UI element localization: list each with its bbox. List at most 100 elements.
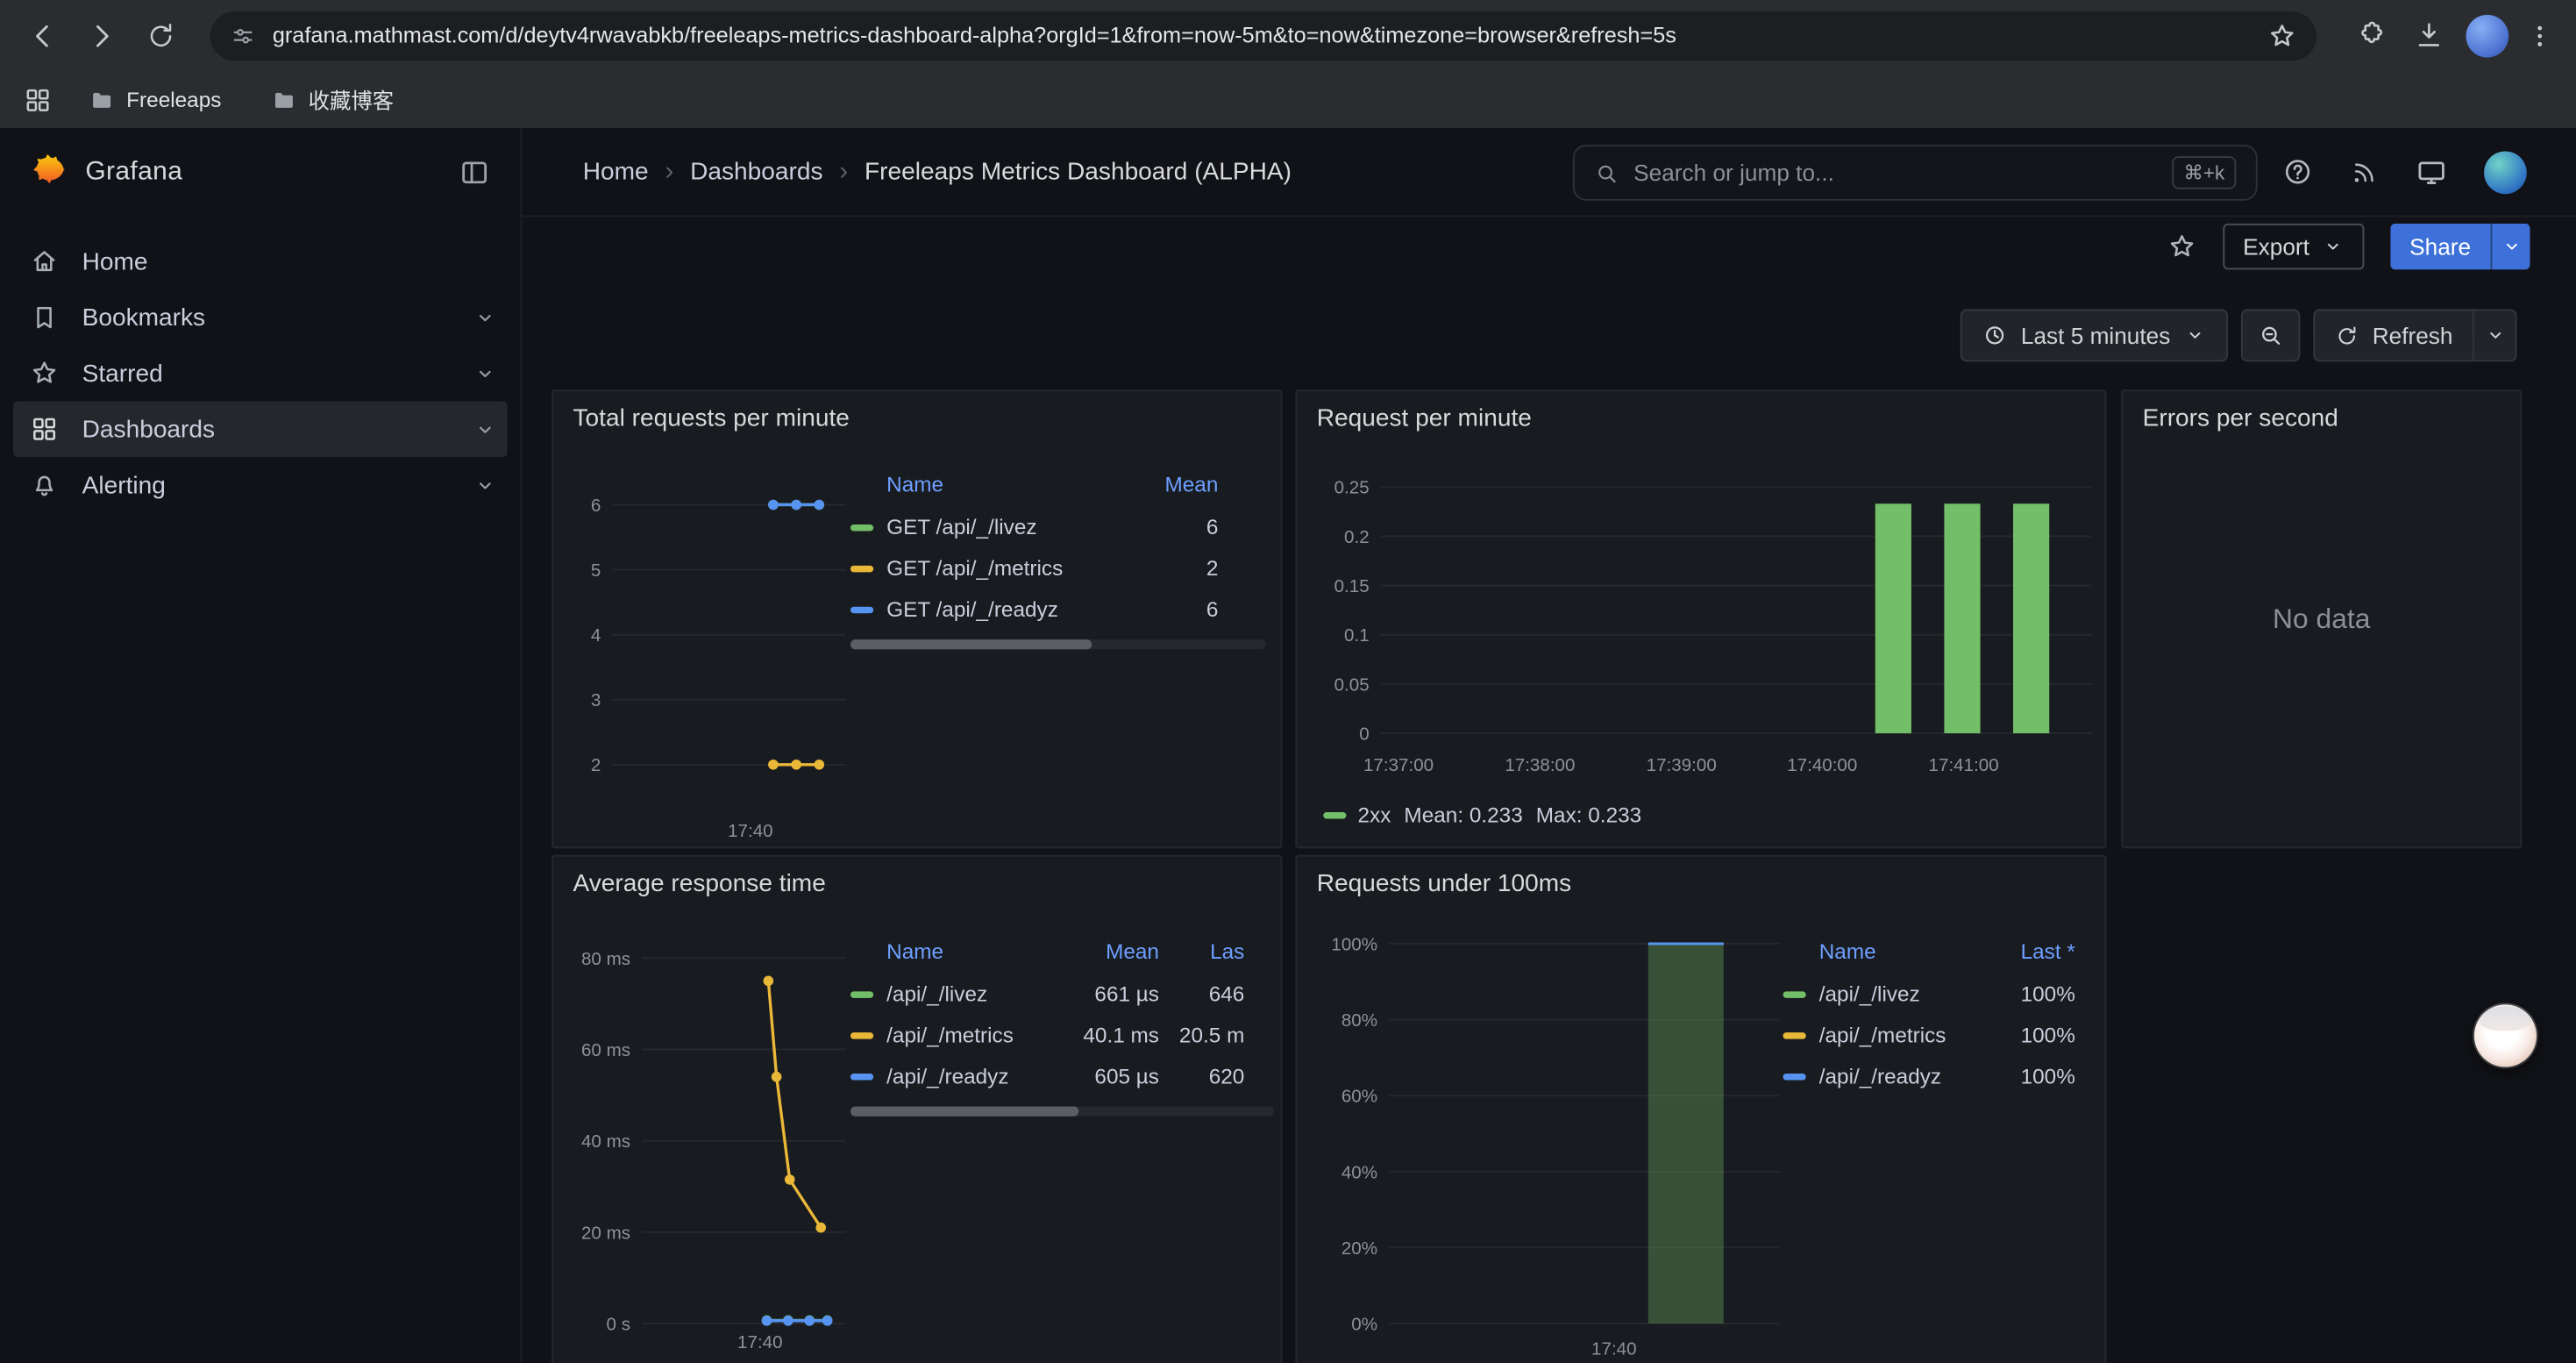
- sidebar-item-label: Home: [82, 247, 148, 275]
- url-bar[interactable]: [210, 11, 2316, 60]
- chevron-down-icon: [473, 360, 497, 385]
- floating-assistant-avatar[interactable]: [2474, 1004, 2537, 1067]
- scrollbar-thumb[interactable]: [850, 1107, 1079, 1117]
- forward-button[interactable]: [75, 9, 128, 61]
- series-name[interactable]: GET /api/_/livez: [886, 515, 1036, 539]
- series-name[interactable]: GET /api/_/metrics: [886, 556, 1063, 581]
- series-color-swatch[interactable]: [1783, 1031, 1806, 1038]
- svg-text:17:40:00: 17:40:00: [1787, 755, 1857, 775]
- sidebar-item-dashboards[interactable]: Dashboards: [13, 401, 508, 457]
- extensions-button[interactable]: [2343, 9, 2395, 61]
- series-name[interactable]: 2xx: [1358, 803, 1391, 827]
- breadcrumb-dashboards[interactable]: Dashboards: [690, 158, 822, 186]
- legend-scrollbar[interactable]: [850, 639, 1266, 649]
- chevron-down-icon: [473, 305, 497, 330]
- series-name[interactable]: /api/_/livez: [1819, 981, 1920, 1006]
- series-color-swatch[interactable]: [850, 565, 873, 571]
- series-value: 6: [1133, 596, 1218, 621]
- bookmark-star-icon[interactable]: [2267, 20, 2297, 50]
- refresh-button[interactable]: Refresh: [2313, 309, 2474, 361]
- series-color-swatch[interactable]: [1783, 990, 1806, 996]
- bookmark-folder-blogs[interactable]: 收藏博客: [258, 79, 407, 120]
- grafana-header: Home › Dashboards › Freeleaps Metrics Da…: [522, 128, 2575, 217]
- legend-header[interactable]: Mean: [1133, 471, 1218, 496]
- series-color-swatch[interactable]: [850, 1031, 873, 1038]
- series-name[interactable]: /api/_/livez: [886, 981, 987, 1006]
- share-button[interactable]: Share: [2390, 224, 2491, 269]
- series-value: 646: [1169, 981, 1244, 1006]
- refresh-interval-button[interactable]: [2474, 309, 2517, 361]
- panel-title[interactable]: Total requests per minute: [573, 404, 850, 432]
- grafana-logo[interactable]: [26, 151, 69, 194]
- url-input[interactable]: [273, 23, 2267, 47]
- chevron-down-icon: [2183, 324, 2206, 346]
- series-color-swatch[interactable]: [850, 606, 873, 612]
- reload-button[interactable]: [135, 9, 188, 61]
- zoom-out-button[interactable]: [2241, 309, 2300, 361]
- legend-row: /api/_/metrics40.1 ms20.5 m: [850, 1015, 1274, 1056]
- site-settings-icon[interactable]: [230, 22, 256, 48]
- series-value: 20.5 m: [1169, 1023, 1244, 1047]
- panel-title[interactable]: Request per minute: [1317, 404, 1532, 432]
- series-name[interactable]: /api/_/metrics: [886, 1023, 1014, 1047]
- share-menu-button[interactable]: [2491, 224, 2530, 269]
- bar-chart[interactable]: 0.250.20.150.10.05017:37:0017:38:0017:39…: [1304, 457, 2102, 779]
- legend-header[interactable]: Mean: [1054, 938, 1159, 962]
- series-name[interactable]: GET /api/_/readyz: [886, 596, 1058, 621]
- line-chart[interactable]: 6543217:40: [563, 464, 852, 846]
- grafana-app: Grafana Home Bookmarks Starred: [0, 128, 2576, 1363]
- panel-title[interactable]: Requests under 100ms: [1317, 870, 1571, 898]
- apps-grid-icon[interactable]: [23, 85, 53, 115]
- search-input[interactable]: Search or jump to... ⌘+k: [1573, 145, 2258, 201]
- sidebar-item-label: Alerting: [82, 471, 166, 499]
- series-color-swatch[interactable]: [1783, 1073, 1806, 1079]
- monitor-icon[interactable]: [2415, 155, 2447, 188]
- sidebar-item-alerting[interactable]: Alerting: [0, 457, 521, 513]
- rss-icon[interactable]: [2350, 157, 2380, 187]
- legend-header[interactable]: Name: [1783, 938, 1981, 962]
- sidebar-item-bookmarks[interactable]: Bookmarks: [0, 289, 521, 346]
- sidebar-item-label: Dashboards: [82, 415, 215, 443]
- series-name[interactable]: /api/_/readyz: [1819, 1064, 1941, 1088]
- legend-row: GET /api/_/readyz 6: [850, 589, 1266, 630]
- legend-header[interactable]: Name: [850, 471, 1123, 496]
- legend-header[interactable]: Name: [850, 938, 1044, 962]
- panel-title[interactable]: Average response time: [573, 870, 826, 898]
- sidebar-item-starred[interactable]: Starred: [0, 346, 521, 402]
- scrollbar-thumb[interactable]: [850, 639, 1092, 649]
- downloads-button[interactable]: [2402, 9, 2454, 61]
- export-label: Export: [2243, 233, 2309, 260]
- export-button[interactable]: Export: [2224, 224, 2364, 269]
- help-icon[interactable]: [2282, 156, 2314, 188]
- series-color-swatch[interactable]: [850, 524, 873, 530]
- legend-header[interactable]: Las: [1169, 938, 1244, 962]
- legend-header[interactable]: Last *: [1989, 938, 2074, 962]
- user-avatar[interactable]: [2484, 151, 2527, 194]
- refresh-button-group: Refresh: [2313, 309, 2516, 361]
- series-color-swatch[interactable]: [850, 990, 873, 996]
- star-icon: [30, 359, 60, 389]
- series-value: 605 µs: [1054, 1064, 1159, 1088]
- time-range-picker[interactable]: Last 5 minutes: [1960, 309, 2228, 361]
- search-shortcut: ⌘+k: [2172, 156, 2236, 189]
- browser-profile-button[interactable]: [2461, 9, 2514, 61]
- dashboard-actions: Export Share: [522, 217, 2575, 275]
- back-button[interactable]: [17, 9, 69, 61]
- favorite-star-icon[interactable]: [2167, 232, 2197, 261]
- bookmark-folder-freeleaps[interactable]: Freeleaps: [75, 82, 234, 118]
- legend-row: GET /api/_/metrics2: [850, 547, 1266, 589]
- series-color-swatch[interactable]: [1323, 811, 1346, 817]
- series-color-swatch[interactable]: [850, 1073, 873, 1079]
- browser-menu-button[interactable]: [2520, 9, 2559, 61]
- bar-chart[interactable]: 100%80%60%40%20%0%17:40: [1304, 923, 1797, 1363]
- forward-icon: [85, 19, 117, 52]
- line-chart[interactable]: 80 ms60 ms40 ms20 ms0 s17:40: [560, 929, 856, 1356]
- panel-requests-under-100ms: Requests under 100ms 100%80%60%40%20%0%1…: [1295, 855, 2106, 1363]
- sidebar-toggle-button[interactable]: [452, 150, 497, 196]
- breadcrumb-home[interactable]: Home: [583, 158, 649, 186]
- legend-row: /api/_/metrics100%: [1783, 1015, 2075, 1056]
- sidebar-item-home[interactable]: Home: [0, 233, 521, 289]
- series-name[interactable]: /api/_/metrics: [1819, 1023, 1946, 1047]
- series-name[interactable]: /api/_/readyz: [886, 1064, 1008, 1088]
- legend-scrollbar[interactable]: [850, 1107, 1274, 1117]
